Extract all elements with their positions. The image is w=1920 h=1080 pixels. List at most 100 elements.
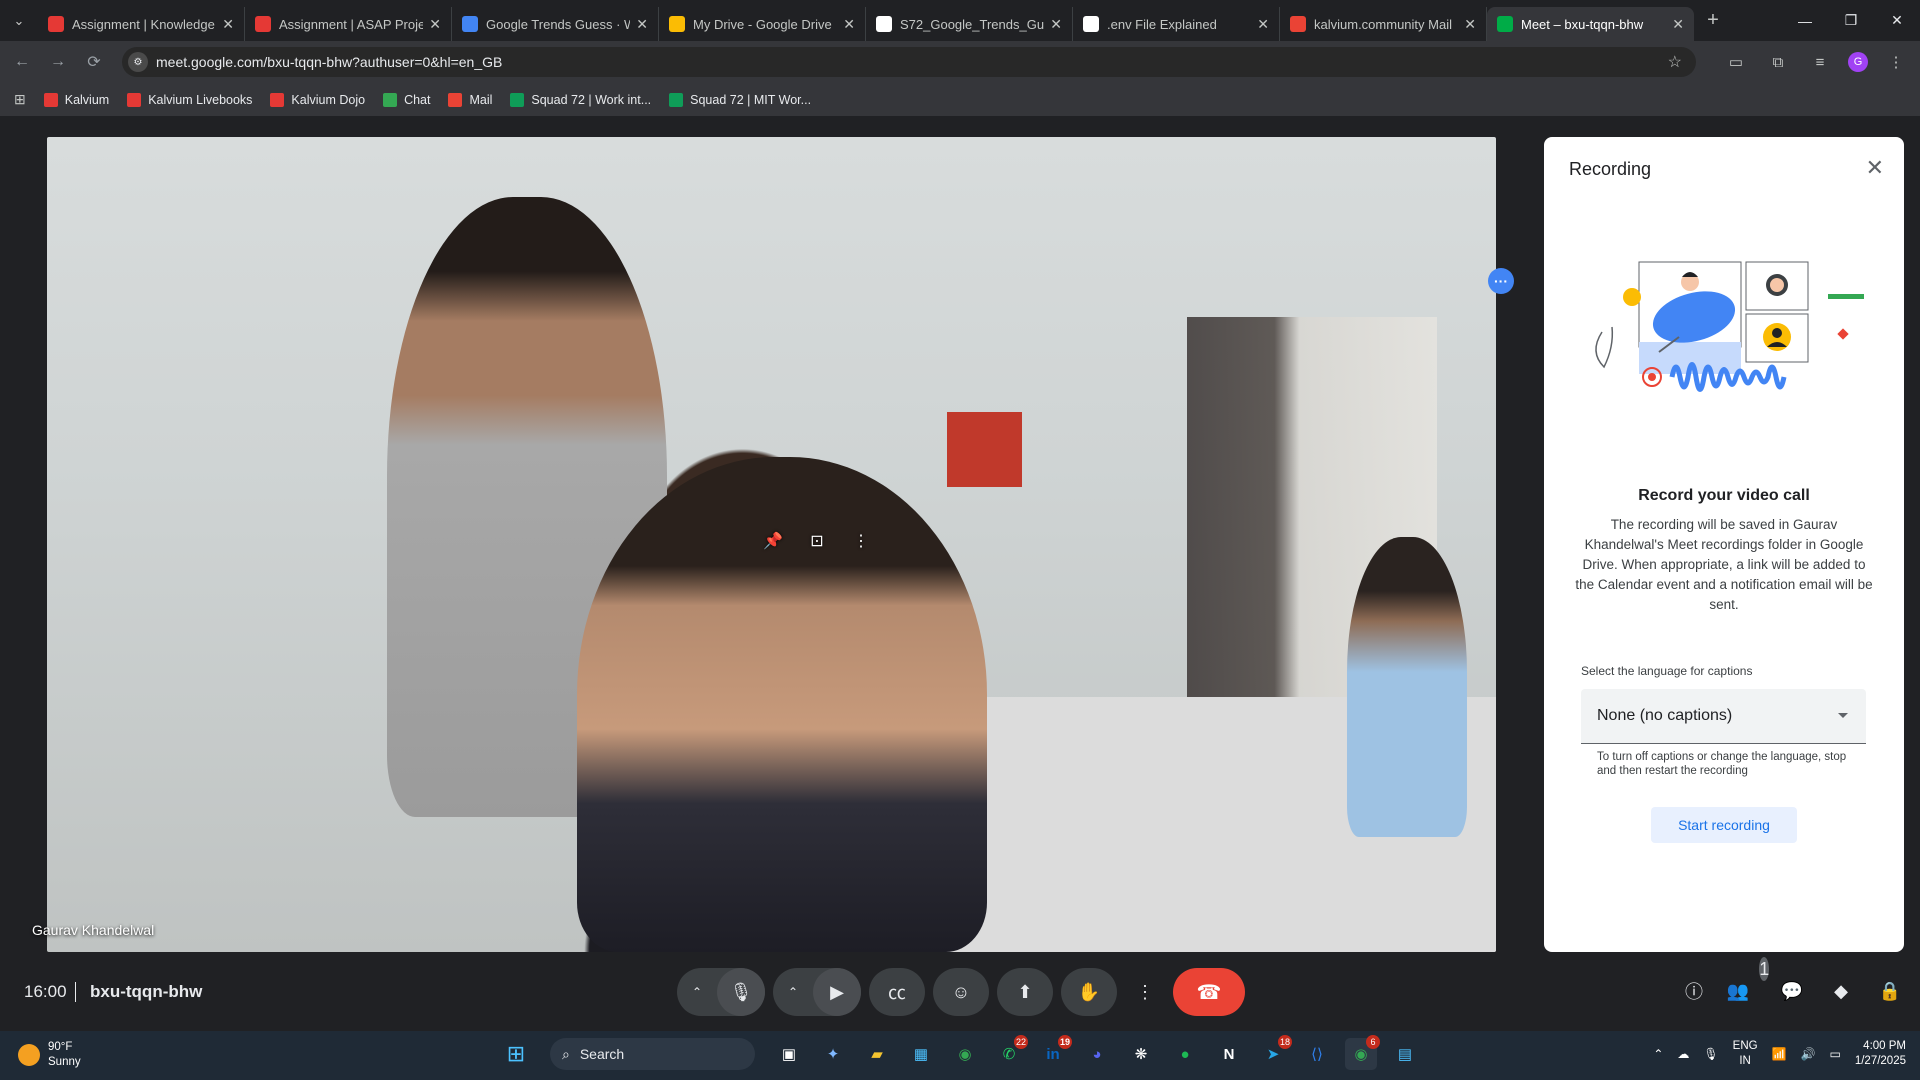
- video-settings-chevron-icon[interactable]: ⌃: [773, 968, 813, 1016]
- notepad-icon[interactable]: ▤: [1389, 1038, 1421, 1070]
- windows-start-icon[interactable]: ⊞: [500, 1038, 532, 1070]
- apps-grid-icon[interactable]: ⊞: [14, 91, 26, 108]
- person-background: [1347, 537, 1467, 837]
- extensions-icon[interactable]: ⧉: [1764, 48, 1792, 76]
- leave-call-button[interactable]: ☎: [1173, 968, 1245, 1016]
- telegram-icon[interactable]: ➤ 18: [1257, 1035, 1292, 1070]
- people-count-badge: 1: [1759, 957, 1770, 981]
- file-explorer-icon[interactable]: ▰: [861, 1038, 893, 1070]
- start-recording-button[interactable]: Start recording: [1651, 807, 1797, 843]
- browser-tab[interactable]: S72_Google_Trends_Gues ✕: [866, 7, 1073, 41]
- browser-tab[interactable]: Google Trends Guess · W ✕: [452, 7, 659, 41]
- wifi-icon[interactable]: 📶: [1772, 1047, 1787, 1061]
- chat-icon[interactable]: 💬: [1780, 979, 1804, 1003]
- participant-video[interactable]: 📌 ⊡ ⋮: [47, 137, 1496, 952]
- spotify-icon[interactable]: ●: [1169, 1038, 1201, 1070]
- present-screen-icon[interactable]: ⬆: [997, 968, 1053, 1016]
- activities-icon[interactable]: ◆: [1829, 979, 1853, 1003]
- discord-icon[interactable]: ◕: [1081, 1038, 1113, 1070]
- tab-title: .env File Explained: [1107, 16, 1217, 32]
- tab-title: Google Trends Guess · W: [486, 16, 631, 32]
- search-icon: ⌕: [562, 1045, 570, 1062]
- linkedin-icon[interactable]: in 19: [1037, 1035, 1072, 1070]
- site-info-icon[interactable]: ⚙: [128, 52, 148, 72]
- host-controls-icon[interactable]: 🔒: [1878, 979, 1902, 1003]
- close-tab-icon[interactable]: ✕: [1257, 16, 1269, 33]
- bookmark-item[interactable]: Kalvium Livebooks: [127, 92, 252, 107]
- forward-arrow-icon[interactable]: →: [44, 48, 72, 76]
- browser-tab[interactable]: My Drive - Google Drive ✕: [659, 7, 866, 41]
- bookmark-item[interactable]: Kalvium Dojo: [270, 92, 365, 107]
- raise-hand-icon[interactable]: ✋: [1061, 968, 1117, 1016]
- tile-more-icon[interactable]: ⋮: [850, 530, 872, 552]
- weather-widget[interactable]: 90°F Sunny: [18, 1040, 81, 1070]
- bookmark-star-icon[interactable]: ☆: [1668, 52, 1682, 72]
- vscode-icon[interactable]: ⟨⟩: [1301, 1038, 1333, 1070]
- browser-tab[interactable]: Meet – bxu-tqqn-bhw ✕: [1487, 7, 1694, 41]
- restore-icon[interactable]: ❐: [1828, 0, 1874, 41]
- bookmark-item[interactable]: Squad 72 | MIT Wor...: [669, 92, 811, 107]
- system-clock[interactable]: 4:00 PM 1/27/2025: [1855, 1039, 1906, 1069]
- more-options-icon[interactable]: ⋮: [1125, 968, 1165, 1016]
- captions-icon[interactable]: ㏄: [869, 968, 925, 1016]
- copilot-icon[interactable]: ✦: [817, 1038, 849, 1070]
- tab-search-chevron-icon[interactable]: ⌄: [0, 0, 38, 41]
- browser-tab[interactable]: Assignment | Knowledge ✕: [38, 7, 245, 41]
- chrome-active-icon[interactable]: ◉ 6: [1345, 1035, 1380, 1070]
- whatsapp-icon[interactable]: ✆ 22: [993, 1035, 1028, 1070]
- mic-tray-icon[interactable]: 🎙: [1703, 1047, 1718, 1061]
- battery-icon[interactable]: ▭: [1829, 1047, 1840, 1061]
- media-control-icon[interactable]: ≡: [1806, 48, 1834, 76]
- meeting-info-icon[interactable]: ⓘ: [1682, 979, 1706, 1003]
- browser-tab[interactable]: .env File Explained ✕: [1073, 7, 1280, 41]
- bookmark-favicon-icon: [127, 92, 142, 107]
- emoji-icon[interactable]: ☺: [933, 968, 989, 1016]
- language-indicator[interactable]: ENG IN: [1733, 1039, 1758, 1069]
- people-icon[interactable]: 👥 1: [1727, 957, 1770, 1003]
- close-panel-icon[interactable]: ✕: [1866, 155, 1884, 181]
- chatgpt-icon[interactable]: ❋: [1125, 1038, 1157, 1070]
- lang-region: IN: [1739, 1055, 1751, 1067]
- close-tab-icon[interactable]: ✕: [636, 16, 648, 33]
- profile-avatar[interactable]: G: [1848, 52, 1868, 72]
- frame-icon[interactable]: ⊡: [806, 530, 828, 552]
- task-view-icon[interactable]: ▣: [773, 1038, 805, 1070]
- bookmark-item[interactable]: Mail: [448, 92, 492, 107]
- chrome-icon[interactable]: ◉: [949, 1038, 981, 1070]
- close-tab-icon[interactable]: ✕: [1672, 16, 1684, 33]
- browser-tab[interactable]: Assignment | ASAP Projec ✕: [245, 7, 452, 41]
- microsoft-store-icon[interactable]: ▦: [905, 1038, 937, 1070]
- close-window-icon[interactable]: ✕: [1874, 0, 1920, 41]
- onedrive-icon[interactable]: ☁: [1677, 1047, 1689, 1061]
- bookmark-item[interactable]: Squad 72 | Work int...: [510, 92, 651, 107]
- window-controls: — ❐ ✕: [1782, 0, 1920, 41]
- minimize-icon[interactable]: —: [1782, 0, 1828, 41]
- camera-icon[interactable]: ▶: [813, 968, 861, 1016]
- cast-icon[interactable]: ▭: [1722, 48, 1750, 76]
- mic-icon[interactable]: 🎙: [717, 968, 765, 1016]
- pin-icon[interactable]: 📌: [762, 530, 784, 552]
- close-tab-icon[interactable]: ✕: [222, 16, 234, 33]
- audio-settings-chevron-icon[interactable]: ⌃: [677, 968, 717, 1016]
- tab-title: Meet – bxu-tqqn-bhw: [1521, 16, 1644, 32]
- browser-tab[interactable]: kalvium.community Mail ✕: [1280, 7, 1487, 41]
- bookmark-item[interactable]: Kalvium: [43, 92, 109, 107]
- bookmark-favicon-icon: [448, 92, 463, 107]
- notion-icon[interactable]: N: [1213, 1038, 1245, 1070]
- bookmark-item[interactable]: Chat: [383, 92, 430, 107]
- url-field[interactable]: ⚙ meet.google.com/bxu-tqqn-bhw?authuser=…: [122, 47, 1696, 77]
- new-tab-button[interactable]: +: [1698, 6, 1728, 36]
- volume-icon[interactable]: 🔊: [1801, 1047, 1816, 1061]
- browser-menu-icon[interactable]: ⋮: [1882, 48, 1910, 76]
- close-tab-icon[interactable]: ✕: [429, 16, 441, 33]
- url-text: meet.google.com/bxu-tqqn-bhw?authuser=0&…: [156, 54, 503, 70]
- tray-chevron-icon[interactable]: ⌃: [1653, 1047, 1663, 1061]
- close-tab-icon[interactable]: ✕: [1050, 16, 1062, 33]
- more-options-dot-icon[interactable]: ···: [1488, 268, 1514, 294]
- close-tab-icon[interactable]: ✕: [1464, 16, 1476, 33]
- caption-language-select[interactable]: None (no captions): [1581, 689, 1866, 744]
- back-arrow-icon[interactable]: ←: [8, 48, 36, 76]
- reload-icon[interactable]: ⟳: [80, 48, 108, 76]
- taskbar-search[interactable]: ⌕ Search: [550, 1038, 755, 1070]
- close-tab-icon[interactable]: ✕: [843, 16, 855, 33]
